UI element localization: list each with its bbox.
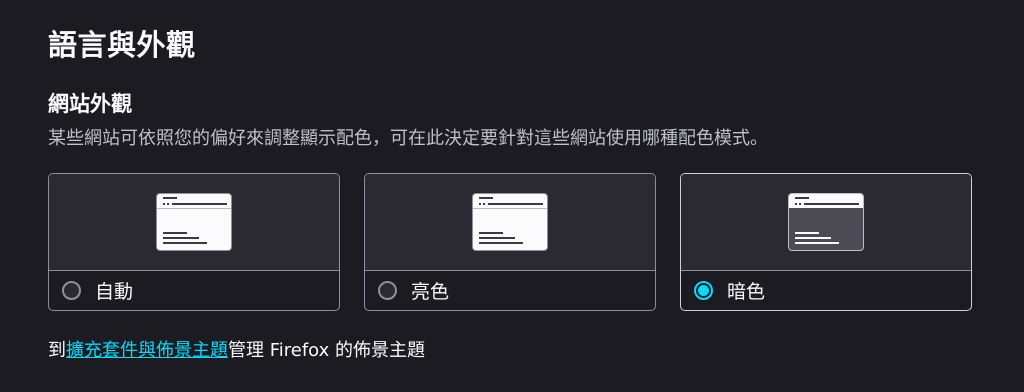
appearance-option-light[interactable]: 亮色 xyxy=(364,173,656,311)
radio-button-dark[interactable] xyxy=(694,281,713,300)
option-label-dark: 暗色 xyxy=(727,281,766,303)
light-browser-preview-icon xyxy=(472,193,548,251)
radio-button-light[interactable] xyxy=(378,281,397,300)
appearance-options: 自動 亮色 暗色 xyxy=(48,173,972,311)
option-label-light: 亮色 xyxy=(411,281,450,303)
radio-row[interactable]: 自動 xyxy=(49,271,339,310)
option-label-auto: 自動 xyxy=(95,281,134,303)
extensions-themes-link[interactable]: 擴充套件與佈景主題 xyxy=(66,340,228,361)
radio-button-auto[interactable] xyxy=(62,281,81,300)
radio-row[interactable]: 亮色 xyxy=(365,271,655,310)
footer-prefix: 到 xyxy=(48,340,66,361)
themes-footer: 到擴充套件與佈景主題管理 Firefox 的佈景主題 xyxy=(48,336,425,362)
appearance-option-dark[interactable]: 暗色 xyxy=(680,173,972,311)
preview-area xyxy=(49,174,339,271)
radio-row[interactable]: 暗色 xyxy=(681,271,971,310)
website-appearance-description: 某些網站可依照您的偏好來調整顯示配色，可在此決定要針對這些網站使用哪種配色模式。 xyxy=(48,128,768,149)
appearance-option-auto[interactable]: 自動 xyxy=(48,173,340,311)
preview-area xyxy=(365,174,655,271)
footer-suffix: 管理 Firefox 的佈景主題 xyxy=(228,340,426,361)
preview-area xyxy=(681,174,971,271)
website-appearance-title: 網站外觀 xyxy=(48,92,132,116)
dark-browser-preview-icon xyxy=(788,193,864,251)
light-browser-preview-icon xyxy=(156,193,232,251)
section-title: 語言與外觀 xyxy=(48,28,196,62)
